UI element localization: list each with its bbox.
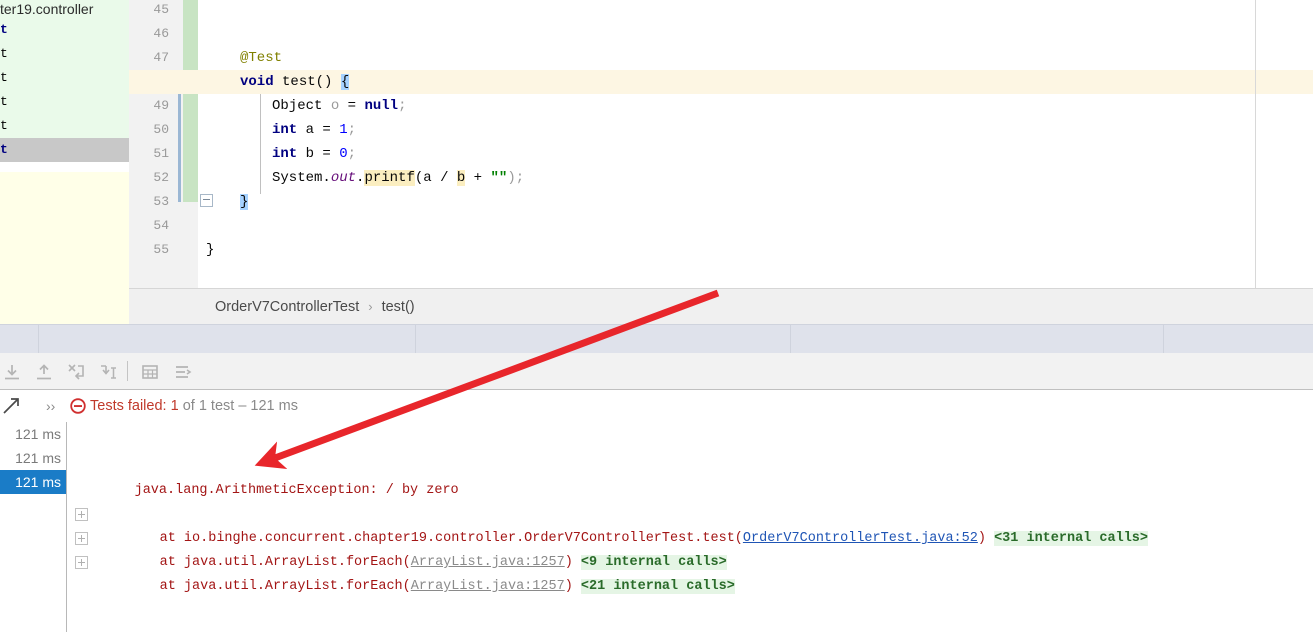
line-number: 49 (153, 98, 169, 113)
status-segment[interactable] (790, 325, 1164, 354)
completion-item[interactable]: t (0, 42, 129, 66)
breadcrumb-method[interactable]: test() (382, 299, 415, 315)
line-number: 50 (153, 122, 169, 137)
status-bar[interactable] (0, 324, 1313, 355)
test-runner-toolbar[interactable] (0, 353, 1313, 390)
right-margin-line (1255, 0, 1256, 288)
expand-frame-icon[interactable] (75, 556, 88, 569)
status-segment[interactable] (1163, 325, 1313, 354)
completion-item[interactable]: t (0, 114, 129, 138)
chevron-right-icon: › (368, 299, 373, 314)
internal-calls-badge[interactable]: <31 internal calls> (994, 531, 1149, 546)
code-line-50[interactable]: int a = 1; (272, 118, 356, 142)
line-number: 53 (153, 194, 169, 209)
test-status-label: Tests failed: (90, 398, 167, 414)
completion-documentation-panel (0, 172, 129, 318)
collapse-all-icon[interactable] (34, 362, 54, 382)
completion-item-selected[interactable]: t (0, 138, 129, 162)
failed-count: 1 (170, 398, 179, 414)
code-editor[interactable]: 45 46 47 48 49 50 51 52 53 54 55 (129, 0, 1313, 288)
test-failed-icon (70, 398, 86, 414)
line-number: 47 (153, 50, 169, 65)
completion-item[interactable]: t (0, 90, 129, 114)
export-test-results-icon[interactable] (140, 362, 160, 382)
stack-frame-row[interactable]: at java.util.ArrayList.forEach(ArrayList… (111, 551, 735, 594)
code-text-area[interactable]: @Test void test() { Object o = null; int… (129, 0, 1313, 288)
code-line-53[interactable]: } (240, 190, 249, 214)
jump-to-source-icon[interactable] (2, 397, 20, 415)
duration-row-selected[interactable]: 121 ms (0, 470, 66, 494)
line-number: 46 (153, 26, 169, 41)
code-line-48[interactable]: void test() { (240, 70, 350, 94)
sort-tests-icon[interactable] (172, 362, 192, 382)
indent-guide (260, 94, 261, 194)
line-number: 45 (153, 2, 169, 17)
completion-item[interactable]: t (0, 18, 129, 42)
code-line-51[interactable]: int b = 0; (272, 142, 356, 166)
code-line-47[interactable]: @Test (240, 46, 282, 70)
code-block-indicator (178, 82, 181, 202)
test-duration-column[interactable]: 121 ms 121 ms 121 ms (0, 422, 67, 632)
status-segment[interactable] (38, 325, 416, 354)
completion-item-list[interactable]: t t t t t t (0, 18, 129, 162)
line-number: 54 (153, 218, 169, 233)
breadcrumb[interactable]: OrderV7ControllerTest › test() (215, 289, 415, 325)
breadcrumb-bar: OrderV7ControllerTest › test() (129, 288, 1313, 325)
fold-collapse-icon[interactable] (200, 194, 213, 207)
toolbar-divider (127, 361, 128, 381)
internal-calls-badge[interactable]: <21 internal calls> (580, 579, 735, 594)
test-output-console[interactable]: java.lang.ArithmeticException: / by zero… (67, 422, 1313, 632)
expand-frame-icon[interactable] (75, 532, 88, 545)
line-number: 52 (153, 170, 169, 185)
expand-all-icon[interactable] (2, 362, 22, 382)
code-line-55[interactable]: } (206, 238, 214, 262)
code-line-52[interactable]: System.out.printf(a / b + ""); (272, 166, 524, 190)
stack-frame-row[interactable]: at io.binghe.concurrent.chapter19.contro… (111, 503, 1149, 546)
editor-gutter[interactable]: 45 46 47 48 49 50 51 52 53 54 55 (129, 0, 190, 288)
completion-item[interactable]: t (0, 66, 129, 90)
source-link[interactable]: OrderV7ControllerTest.java:52 (743, 531, 978, 546)
previous-failed-test-icon[interactable] (66, 362, 86, 382)
next-failed-test-icon[interactable] (98, 362, 118, 382)
test-status-summary: of 1 test – 121 ms (178, 398, 298, 414)
code-completion-popup[interactable]: ter19.controller t t t t t t (0, 0, 130, 318)
line-number: 55 (153, 242, 169, 257)
expand-frame-icon[interactable] (75, 508, 88, 521)
stack-frame-row[interactable]: at java.util.ArrayList.forEach(ArrayList… (111, 527, 727, 570)
code-line-49[interactable]: Object o = null; (272, 94, 406, 118)
test-results-header: ›› Tests failed: 1 of 1 test – 121 ms (0, 390, 1313, 423)
status-segment[interactable] (415, 325, 791, 354)
completion-popup-header: ter19.controller (0, 0, 129, 18)
exception-message[interactable]: java.lang.ArithmeticException: / by zero (86, 455, 459, 498)
vcs-change-marker-strip[interactable] (183, 0, 198, 202)
line-number: 51 (153, 146, 169, 161)
test-status-text: Tests failed: 1 of 1 test – 121 ms (90, 390, 298, 422)
duration-row[interactable]: 121 ms (0, 446, 66, 470)
status-segment[interactable] (0, 325, 39, 354)
source-link[interactable]: ArrayList.java:1257 (411, 579, 565, 594)
ide-window: ter19.controller t t t t t t 45 46 47 48… (0, 0, 1313, 632)
overflow-chevrons-icon[interactable]: ›› (46, 390, 55, 422)
duration-row[interactable]: 121 ms (0, 422, 66, 446)
breadcrumb-class[interactable]: OrderV7ControllerTest (215, 299, 359, 315)
